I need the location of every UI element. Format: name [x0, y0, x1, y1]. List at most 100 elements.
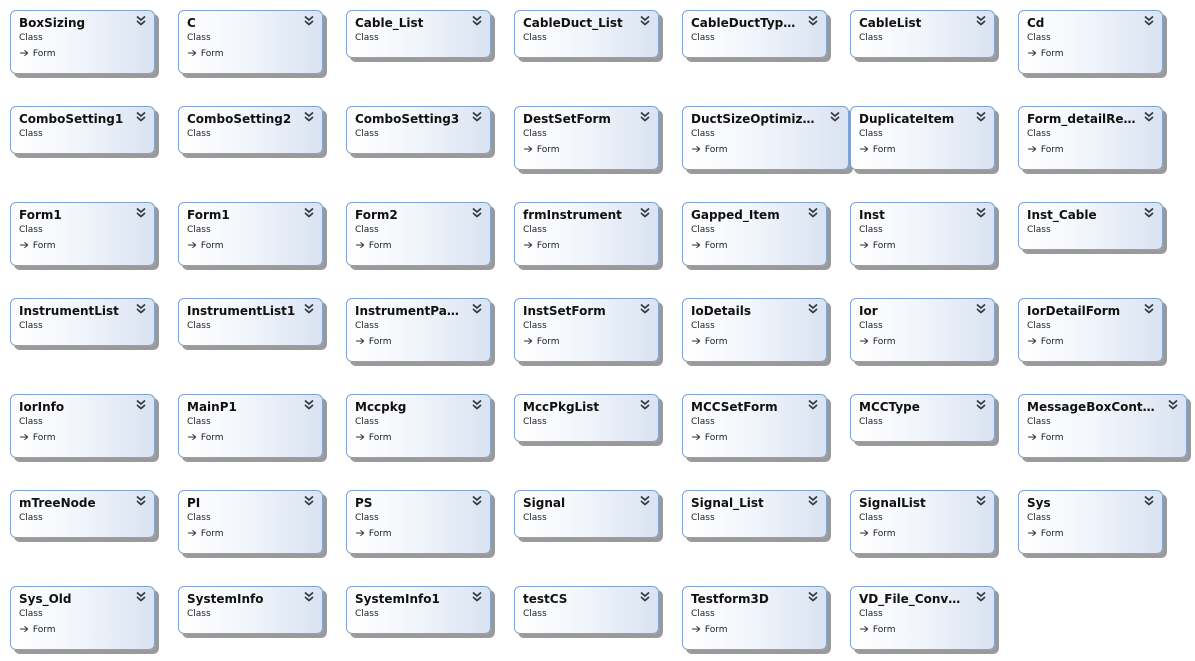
double-chevron-down-icon[interactable] [639, 15, 651, 27]
double-chevron-down-icon[interactable] [135, 303, 147, 315]
double-chevron-down-icon[interactable] [303, 111, 315, 123]
class-box[interactable]: Signal Class [514, 490, 659, 538]
class-box[interactable]: DestSetForm Class Form [514, 106, 659, 170]
double-chevron-down-icon[interactable] [807, 399, 819, 411]
class-stereotype: Class [19, 321, 43, 331]
double-chevron-down-icon[interactable] [639, 399, 651, 411]
class-box[interactable]: DuplicateItem Class Form [850, 106, 995, 170]
class-box[interactable]: Gapped_Item Class Form [682, 202, 827, 266]
double-chevron-down-icon[interactable] [1143, 15, 1155, 27]
double-chevron-down-icon[interactable] [1167, 399, 1179, 411]
class-box[interactable]: PI Class Form [178, 490, 323, 554]
double-chevron-down-icon[interactable] [639, 111, 651, 123]
double-chevron-down-icon[interactable] [1143, 207, 1155, 219]
double-chevron-down-icon[interactable] [471, 591, 483, 603]
double-chevron-down-icon[interactable] [975, 111, 987, 123]
double-chevron-down-icon[interactable] [975, 15, 987, 27]
class-box[interactable]: Sys_Old Class Form [10, 586, 155, 650]
double-chevron-down-icon[interactable] [303, 303, 315, 315]
class-box[interactable]: IorDetailForm Class Form [1018, 298, 1163, 362]
double-chevron-down-icon[interactable] [975, 495, 987, 507]
class-box[interactable]: Form_detailResult Class Form [1018, 106, 1163, 170]
class-box[interactable]: CableDuct_List Class [514, 10, 659, 58]
double-chevron-down-icon[interactable] [135, 111, 147, 123]
class-box[interactable]: VD_File_Converter Class Form [850, 586, 995, 650]
class-box[interactable]: Form1 Class Form [10, 202, 155, 266]
double-chevron-down-icon[interactable] [471, 303, 483, 315]
class-box[interactable]: Form2 Class Form [346, 202, 491, 266]
class-box[interactable]: PS Class Form [346, 490, 491, 554]
base-class-label: Form [702, 241, 728, 251]
class-box[interactable]: testCS Class [514, 586, 659, 634]
double-chevron-down-icon[interactable] [1143, 495, 1155, 507]
class-box[interactable]: InstSetForm Class Form [514, 298, 659, 362]
class-box[interactable]: Cable_List Class [346, 10, 491, 58]
class-box[interactable]: mTreeNode Class [10, 490, 155, 538]
class-box[interactable]: SystemInfo Class [178, 586, 323, 634]
double-chevron-down-icon[interactable] [639, 303, 651, 315]
double-chevron-down-icon[interactable] [135, 495, 147, 507]
double-chevron-down-icon[interactable] [471, 111, 483, 123]
class-box[interactable]: BoxSizing Class Form [10, 10, 155, 74]
double-chevron-down-icon[interactable] [1143, 111, 1155, 123]
class-box[interactable]: IorInfo Class Form [10, 394, 155, 458]
class-box[interactable]: MCCType Class [850, 394, 995, 442]
class-box[interactable]: ComboSetting2 Class [178, 106, 323, 154]
double-chevron-down-icon[interactable] [135, 207, 147, 219]
class-box[interactable]: MainP1 Class Form [178, 394, 323, 458]
class-box[interactable]: CableList Class [850, 10, 995, 58]
class-box[interactable]: Cd Class Form [1018, 10, 1163, 74]
double-chevron-down-icon[interactable] [471, 399, 483, 411]
double-chevron-down-icon[interactable] [807, 495, 819, 507]
class-box[interactable]: Ior Class Form [850, 298, 995, 362]
class-box[interactable]: Form1 Class Form [178, 202, 323, 266]
inheritance-arrow-icon [523, 337, 533, 345]
double-chevron-down-icon[interactable] [975, 399, 987, 411]
double-chevron-down-icon[interactable] [303, 15, 315, 27]
double-chevron-down-icon[interactable] [807, 15, 819, 27]
double-chevron-down-icon[interactable] [135, 399, 147, 411]
double-chevron-down-icon[interactable] [807, 303, 819, 315]
double-chevron-down-icon[interactable] [303, 591, 315, 603]
double-chevron-down-icon[interactable] [639, 591, 651, 603]
class-box[interactable]: InstrumentList1 Class [178, 298, 323, 346]
double-chevron-down-icon[interactable] [471, 495, 483, 507]
class-box[interactable]: Testform3D Class Form [682, 586, 827, 650]
double-chevron-down-icon[interactable] [303, 495, 315, 507]
double-chevron-down-icon[interactable] [303, 399, 315, 411]
double-chevron-down-icon[interactable] [807, 591, 819, 603]
double-chevron-down-icon[interactable] [807, 207, 819, 219]
double-chevron-down-icon[interactable] [975, 303, 987, 315]
class-box[interactable]: IoDetails Class Form [682, 298, 827, 362]
double-chevron-down-icon[interactable] [1143, 303, 1155, 315]
class-box[interactable]: MCCSetForm Class Form [682, 394, 827, 458]
class-box[interactable]: ComboSetting3 Class [346, 106, 491, 154]
class-box[interactable]: frmInstrument Class Form [514, 202, 659, 266]
class-box[interactable]: Sys Class Form [1018, 490, 1163, 554]
double-chevron-down-icon[interactable] [829, 111, 841, 123]
class-box[interactable]: MccPkgList Class [514, 394, 659, 442]
class-box[interactable]: ComboSetting1 Class [10, 106, 155, 154]
double-chevron-down-icon[interactable] [303, 207, 315, 219]
class-box[interactable]: Mccpkg Class Form [346, 394, 491, 458]
class-stereotype: Class [523, 225, 547, 235]
class-box[interactable]: Signal_List Class [682, 490, 827, 538]
double-chevron-down-icon[interactable] [975, 591, 987, 603]
class-box[interactable]: CableDuctTypeL... Class [682, 10, 827, 58]
double-chevron-down-icon[interactable] [471, 207, 483, 219]
class-box[interactable]: Inst_Cable Class [1018, 202, 1163, 250]
class-box[interactable]: DuctSizeOptimization Class Form [682, 106, 849, 170]
double-chevron-down-icon[interactable] [135, 15, 147, 27]
class-box[interactable]: SystemInfo1 Class [346, 586, 491, 634]
class-box[interactable]: C Class Form [178, 10, 323, 74]
double-chevron-down-icon[interactable] [639, 495, 651, 507]
class-box[interactable]: SignalList Class Form [850, 490, 995, 554]
double-chevron-down-icon[interactable] [471, 15, 483, 27]
double-chevron-down-icon[interactable] [975, 207, 987, 219]
class-box[interactable]: Inst Class Form [850, 202, 995, 266]
class-box[interactable]: MessageBoxControl Class Form [1018, 394, 1187, 458]
double-chevron-down-icon[interactable] [135, 591, 147, 603]
class-box[interactable]: InstrumentPara... Class Form [346, 298, 491, 362]
class-box[interactable]: InstrumentList Class [10, 298, 155, 346]
double-chevron-down-icon[interactable] [639, 207, 651, 219]
